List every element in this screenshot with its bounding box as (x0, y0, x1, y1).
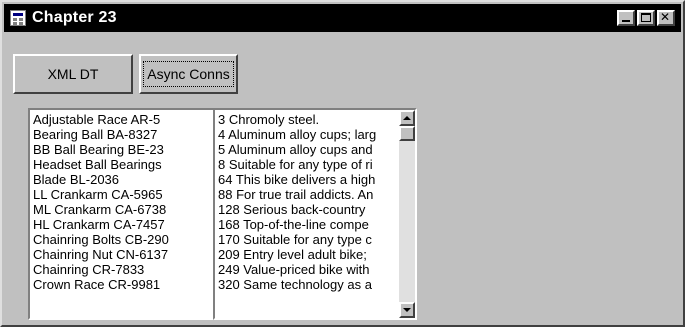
maximize-button[interactable] (637, 10, 655, 26)
list-item[interactable]: LL Crankarm CA-5965 (33, 187, 214, 202)
list-item[interactable]: Chainring Bolts CB-290 (33, 232, 214, 247)
list-item[interactable]: 168 Top-of-the-line compe (218, 217, 397, 232)
product-list-items: Adjustable Race AR-5 Bearing Ball BA-8327… (33, 112, 214, 292)
async-conns-button-label: Async Conns (143, 61, 234, 87)
list-item[interactable]: ML Crankarm CA-6738 (33, 202, 214, 217)
scroll-thumb[interactable] (399, 126, 415, 141)
list-item[interactable]: Adjustable Race AR-5 (33, 112, 214, 127)
list-item[interactable]: 320 Same technology as a (218, 277, 397, 292)
async-conns-button[interactable]: Async Conns (139, 54, 238, 94)
product-list[interactable]: Adjustable Race AR-5 Bearing Ball BA-8327… (28, 108, 234, 320)
description-list-scrollbar[interactable] (399, 110, 415, 318)
list-item[interactable]: Blade BL-2036 (33, 172, 214, 187)
minimize-icon (622, 20, 630, 22)
description-list-items: 3 Chromoly steel. 4 Aluminum alloy cups; … (218, 112, 397, 292)
minimize-button[interactable] (617, 10, 635, 26)
app-icon[interactable] (10, 10, 26, 26)
close-icon: ✕ (660, 10, 671, 24)
close-button[interactable]: ✕ (657, 10, 675, 26)
app-window: Chapter 23 ✕ XML DT Async Conns Adjustab… (0, 0, 685, 327)
scroll-down-button[interactable] (399, 302, 415, 318)
title-bar[interactable]: Chapter 23 ✕ (4, 4, 681, 32)
list-item[interactable]: HL Crankarm CA-7457 (33, 217, 214, 232)
list-item[interactable]: 88 For true trail addicts. An (218, 187, 397, 202)
list-item[interactable]: 128 Serious back-country (218, 202, 397, 217)
maximize-icon (641, 13, 651, 22)
list-item[interactable]: Headset Ball Bearings (33, 157, 214, 172)
list-item[interactable]: 209 Entry level adult bike; (218, 247, 397, 262)
arrow-up-icon (403, 116, 411, 120)
xml-dt-button-label: XML DT (47, 66, 99, 82)
list-item[interactable]: 64 This bike delivers a high (218, 172, 397, 187)
list-item[interactable]: 4 Aluminum alloy cups; larg (218, 127, 397, 142)
list-item[interactable]: 170 Suitable for any type c (218, 232, 397, 247)
list-item[interactable]: BB Ball Bearing BE-23 (33, 142, 214, 157)
list-item[interactable]: Crown Race CR-9981 (33, 277, 214, 292)
list-item[interactable]: 8 Suitable for any type of ri (218, 157, 397, 172)
window-title: Chapter 23 (32, 9, 117, 26)
arrow-down-icon (403, 308, 411, 312)
list-item[interactable]: Bearing Ball BA-8327 (33, 127, 214, 142)
list-item[interactable]: Chainring Nut CN-6137 (33, 247, 214, 262)
description-list[interactable]: 3 Chromoly steel. 4 Aluminum alloy cups; … (213, 108, 417, 320)
list-item[interactable]: Chainring CR-7833 (33, 262, 214, 277)
list-item[interactable]: 249 Value-priced bike with (218, 262, 397, 277)
list-item[interactable]: 3 Chromoly steel. (218, 112, 397, 127)
list-item[interactable]: 5 Aluminum alloy cups and (218, 142, 397, 157)
scroll-up-button[interactable] (399, 110, 415, 126)
xml-dt-button[interactable]: XML DT (13, 54, 133, 94)
